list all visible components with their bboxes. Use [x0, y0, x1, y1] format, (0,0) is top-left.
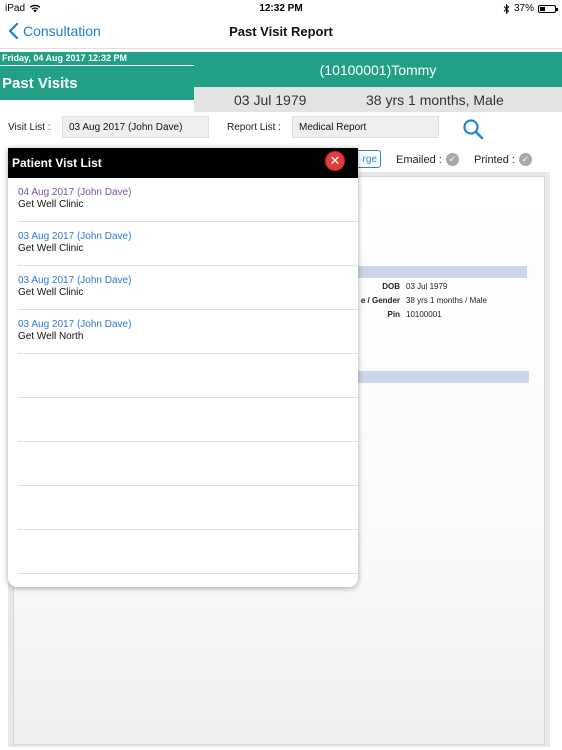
checkmark-icon: ✓: [445, 153, 459, 166]
emailed-label: Emailed :: [396, 153, 442, 166]
bluetooth-icon: [503, 3, 510, 14]
emailed-status: Emailed : ✓: [396, 153, 459, 166]
visit-list-item[interactable]: 03 Aug 2017 (John Dave) Get Well Clinic: [18, 222, 358, 266]
report-list-select[interactable]: Medical Report: [292, 116, 439, 138]
visit-clinic: Get Well Clinic: [18, 243, 84, 254]
header-divider: [0, 65, 194, 66]
visit-clinic: Get Well Clinic: [18, 287, 84, 298]
close-icon[interactable]: ✕: [325, 151, 345, 171]
empty-list-row: [18, 530, 358, 574]
status-time: 12:32 PM: [259, 3, 303, 14]
report-value: 03 Jul 1979: [406, 282, 448, 291]
checkmark-icon: ✓: [518, 153, 532, 166]
patient-dob: 03 Jul 1979: [234, 92, 307, 108]
patient-name: (10100001)Tommy: [319, 62, 437, 78]
visit-date-doctor: 04 Aug 2017 (John Dave): [18, 187, 132, 198]
visit-clinic: Get Well Clinic: [18, 199, 84, 210]
visit-list: 04 Aug 2017 (John Dave) Get Well Clinic …: [18, 178, 358, 574]
patient-age-gender: 38 yrs 1 months, Male: [366, 92, 504, 108]
empty-list-row: [18, 442, 358, 486]
battery-percent: 37%: [513, 3, 534, 14]
visit-list-item[interactable]: 03 Aug 2017 (John Dave) Get Well Clinic: [18, 266, 358, 310]
printed-label: Printed :: [474, 153, 515, 166]
visit-date-doctor: 03 Aug 2017 (John Dave): [18, 231, 132, 242]
printed-status: Printed : ✓: [474, 153, 532, 166]
report-section-header: [356, 266, 527, 278]
popup-title: Patient Vist List: [12, 156, 102, 170]
status-right: 37%: [503, 3, 558, 14]
empty-list-row: [18, 398, 358, 442]
navigation-bar: Consultation Past Visit Report: [0, 16, 562, 49]
status-bar: iPad 12:32 PM 37%: [0, 0, 562, 16]
report-section-header: [356, 371, 529, 383]
current-datetime: Friday, 04 Aug 2017 12:32 PM: [2, 53, 128, 63]
report-value: 10100001: [406, 310, 442, 319]
visit-date-doctor: 03 Aug 2017 (John Dave): [18, 319, 132, 330]
patient-visit-list-popup: Patient Vist List ✕ 04 Aug 2017 (John Da…: [8, 148, 358, 587]
visit-list-item[interactable]: 03 Aug 2017 (John Dave) Get Well North: [18, 310, 358, 354]
page-title: Past Visit Report: [229, 24, 333, 39]
patient-header: (10100001)Tommy: [194, 52, 562, 87]
empty-list-row: [18, 486, 358, 530]
report-list-label: Report List :: [227, 122, 281, 133]
visit-date-doctor: 03 Aug 2017 (John Dave): [18, 275, 132, 286]
visit-list-item[interactable]: 04 Aug 2017 (John Dave) Get Well Clinic: [18, 178, 358, 222]
section-title: Past Visits: [2, 75, 78, 92]
visit-list-select[interactable]: 03 Aug 2017 (John Dave): [62, 116, 209, 138]
search-icon[interactable]: [462, 118, 484, 140]
empty-list-row: [18, 354, 358, 398]
visit-list-label: Visit List :: [8, 122, 51, 133]
patient-info-band: 03 Jul 1979 38 yrs 1 months, Male: [194, 87, 562, 112]
battery-icon: [538, 4, 558, 13]
app-screen: iPad 12:32 PM 37% Consultation Past Visi…: [0, 0, 562, 750]
past-visits-header: Friday, 04 Aug 2017 12:32 PM Past Visits: [0, 52, 194, 100]
popup-header: Patient Vist List ✕: [8, 148, 358, 178]
report-value: 38 yrs 1 months / Male: [406, 296, 487, 305]
visit-clinic: Get Well North: [18, 331, 84, 342]
